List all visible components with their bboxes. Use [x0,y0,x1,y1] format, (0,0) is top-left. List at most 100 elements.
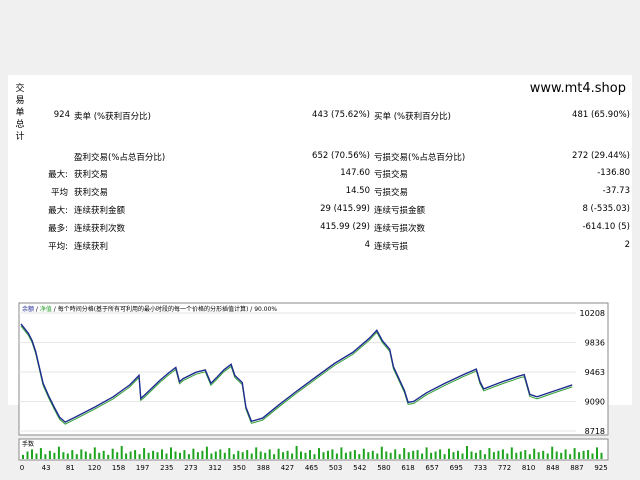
volume-bar [412,450,415,459]
chart-svg: 10208 9836 9463 9090 8718 余额 / 净值 / 每个時间分格(基于… [18,302,609,470]
buy-value: 481 (65.90%) [572,110,630,120]
volume-bar [250,453,253,459]
stat-prefix: 平均 [50,188,68,198]
volume-bar [187,454,190,459]
volume-bar [551,446,554,459]
loss-label: 亏损交易(%占总百分比) [374,153,466,163]
volume-bar [201,450,204,459]
volume-bar [71,450,74,459]
volume-bar [403,448,406,459]
volume-bar [134,450,137,459]
volume-bar [147,452,150,459]
volume-bar [300,451,302,459]
volume-bar [39,448,42,459]
x-tick-label: 43 [42,464,51,470]
price-plot-frame [18,302,609,436]
volume-bar [448,448,450,459]
volume-bar [492,452,495,459]
x-tick-label: 810 [522,464,535,470]
sell-value: 443 (75.62%) [312,110,370,120]
volume-bar [600,452,603,459]
volume-bar [573,448,576,459]
volume-bar [394,449,397,459]
volume-bar [380,446,383,459]
volume-bar [560,452,563,459]
volume-bar [452,452,455,459]
volume-bar [591,453,594,459]
volume-bar [479,450,482,459]
volume-bar [376,453,379,459]
volume-bar [161,449,163,459]
x-tick-label: 465 [305,464,318,470]
volume-bar [439,449,442,459]
buy-label: 买单 (%获利百分比) [374,112,451,122]
side-label: 交 易 单 总 计 [15,84,25,142]
volume-bar [291,453,294,459]
volume-bar [152,450,155,459]
volume-bar [246,450,249,459]
volume-bar [474,452,477,459]
volume-bar [241,452,244,459]
stat-prefix: 最多: [48,224,68,234]
volume-bar [219,449,222,459]
volume-bar [31,449,33,459]
volume-bar [466,446,468,459]
volume-bar [304,452,307,459]
volume-bar [107,454,110,459]
x-tick-label: 235 [160,464,173,470]
volume-bar [537,452,540,459]
volume-bar [461,453,464,459]
volume-bar [528,454,531,459]
volume-bar [214,451,217,459]
volume-bar [116,452,119,459]
volume-bar [165,453,168,459]
volume-bar [174,451,177,459]
x-tick-label: 388 [257,464,270,470]
volume-bar [519,451,522,459]
volume-bar [421,453,424,459]
volume-bar [138,454,141,459]
win-label: 盈利交易(%占总百分比) [74,153,166,163]
volume-bar [506,453,509,459]
volume-bar [286,450,289,459]
y-tick-label: 8718 [585,427,605,436]
stat-right-label: 连续亏损金额 [374,206,426,216]
volume-bar [497,450,500,459]
stat-left-label: 连续获利次数 [74,224,126,234]
volume-bar [582,450,585,459]
x-tick-label: 695 [450,464,463,470]
chart-legend: 余额 / 净值 / 每个時间分格(基于所有可利用的最小时段的每一个价格的分形插值… [22,305,277,313]
x-tick-label: 733 [474,464,487,470]
volume-bar [331,449,334,459]
volume-bar [210,453,213,459]
legend-equity: 净值 [40,305,52,313]
volume-bar [129,451,132,459]
volume-bar [443,454,446,459]
x-tick-label: 925 [594,464,607,470]
volume-bar [483,454,486,459]
x-tick-label: 772 [498,464,511,470]
x-tick-label: 657 [425,464,438,470]
volume-bar [295,446,298,459]
volume-bar [564,449,567,459]
volume-bar [277,448,280,459]
volume-bar [569,454,572,459]
volume-bar [430,452,433,459]
volume-bar [35,453,38,459]
volume-bar [358,454,361,459]
y-tick-label: 9463 [585,368,605,377]
volume-bar [44,454,47,459]
volume-bar [62,452,65,459]
win-value: 652 (70.56%) [312,151,370,161]
volume-bar [389,452,392,459]
volume-bar [84,451,87,459]
stat-right-value: 8 (-535.03) [582,204,630,214]
volume-bar [524,450,527,459]
volume-bar [425,447,428,459]
stat-left-value: 415.99 (29) [320,222,370,232]
volume-bar [53,452,56,459]
volume-bar [501,449,504,459]
volume-bar [125,453,128,459]
y-tick-label: 9090 [585,398,605,407]
site-watermark: www.mt4.shop [529,81,626,96]
